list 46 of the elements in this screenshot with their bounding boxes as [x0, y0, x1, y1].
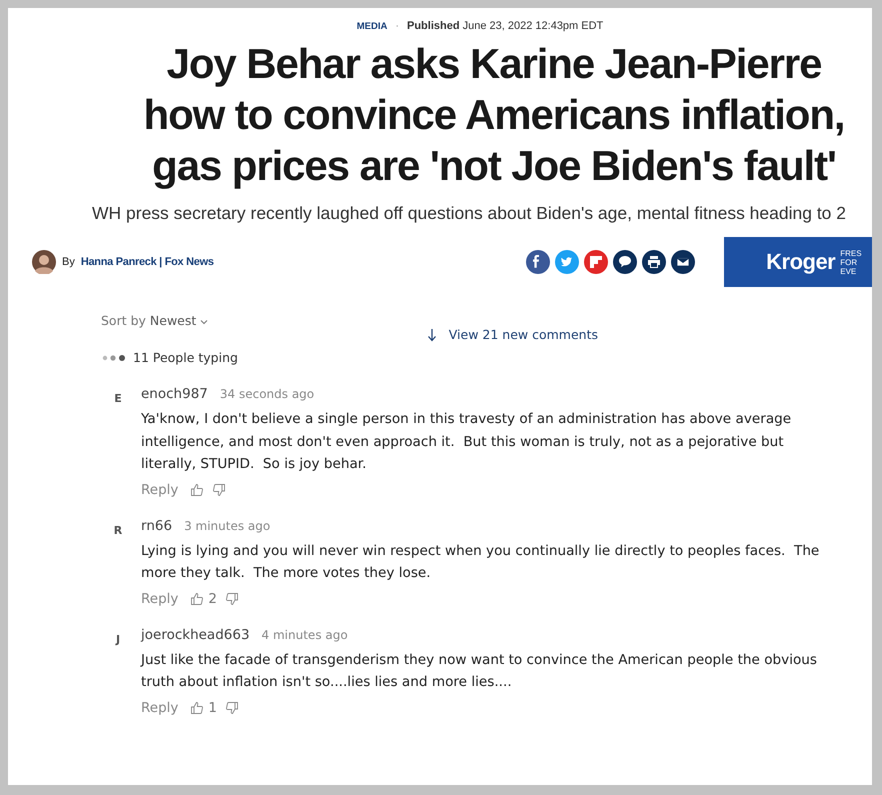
envelope-icon[interactable] — [671, 250, 696, 274]
caret-icon — [200, 319, 208, 325]
comment-text: Lying is lying and you will never win respect when you continually lie directly to peoples faces. The more they talk. The more votes they lose. — [141, 542, 820, 583]
speech-bubble-icon[interactable] — [613, 250, 638, 274]
headline: Joy Behar asks Karine Jean-Pierre how to convince Americans inflation, gas prices are 'not Joe Biden's fault' — [142, 39, 846, 191]
subheadline: WH press secretary recently laughed off questions about Biden's age, mental fitness heading to 2 — [92, 203, 848, 224]
typing-indicator: 11 People typing — [133, 350, 238, 365]
facebook-icon[interactable] — [526, 250, 550, 274]
ad-tagline: EVE — [840, 266, 858, 276]
sort-dropdown[interactable]: Sort by Newest — [101, 313, 208, 328]
twitter-icon[interactable] — [555, 250, 580, 274]
down-arrow-icon — [426, 328, 437, 342]
like-count: 1 — [208, 700, 217, 716]
comment-text: Just like the facade of transgenderism they now want to convince the American people the obvious truth about inflation isn't so....lies lies and more lies.... — [141, 650, 818, 692]
comment-time: 3 minutes ago — [184, 518, 270, 532]
separator-dot: · — [395, 20, 399, 32]
ad-logo: Kroger — [766, 249, 836, 275]
avatar-initial: R — [112, 524, 124, 538]
new-comments-link[interactable]: View 21 new comments — [426, 327, 598, 342]
thumbs-down-icon[interactable] — [224, 592, 239, 606]
reply-link[interactable]: Reply — [141, 482, 178, 498]
thumbs-down-icon[interactable] — [224, 700, 239, 714]
ad-tagline: FRES — [840, 248, 862, 258]
thumbs-down-icon[interactable] — [212, 482, 226, 496]
flipboard-icon[interactable] — [584, 250, 608, 274]
avatar-initial: J — [114, 632, 122, 648]
thumbs-up-icon[interactable] — [190, 700, 204, 714]
username[interactable]: enoch987 — [141, 386, 208, 402]
author-avatar-icon — [32, 250, 56, 274]
avatar-initial: E — [113, 392, 123, 407]
print-icon[interactable] — [642, 250, 666, 274]
publish-date: Published June 23, 2022 12:43pm EDT — [407, 20, 604, 32]
byline-prefix: By — [62, 256, 75, 268]
comment-time: 34 seconds ago — [220, 387, 314, 401]
like-count: 2 — [208, 590, 217, 606]
thumbs-up-icon[interactable] — [190, 592, 204, 606]
author-link[interactable]: Hanna Panreck | Fox News — [80, 256, 214, 268]
comment-text: Ya'know, I don't believe a single person in this travesty of an administration has above average intelligence, and most don't even approach it. But this woman is truly, not as a pejorative but literally, STUPID. So is joy behar. — [141, 410, 792, 474]
comment-time: 4 minutes ago — [262, 628, 348, 642]
reply-link[interactable]: Reply — [141, 590, 178, 606]
reply-link[interactable]: Reply — [141, 700, 178, 716]
ad-tagline: FOR — [840, 258, 858, 266]
thumbs-up-icon[interactable] — [190, 482, 204, 496]
category-link[interactable]: MEDIA — [356, 20, 388, 32]
username[interactable]: joerockhead663 — [141, 626, 250, 642]
username[interactable]: rn66 — [141, 518, 172, 534]
